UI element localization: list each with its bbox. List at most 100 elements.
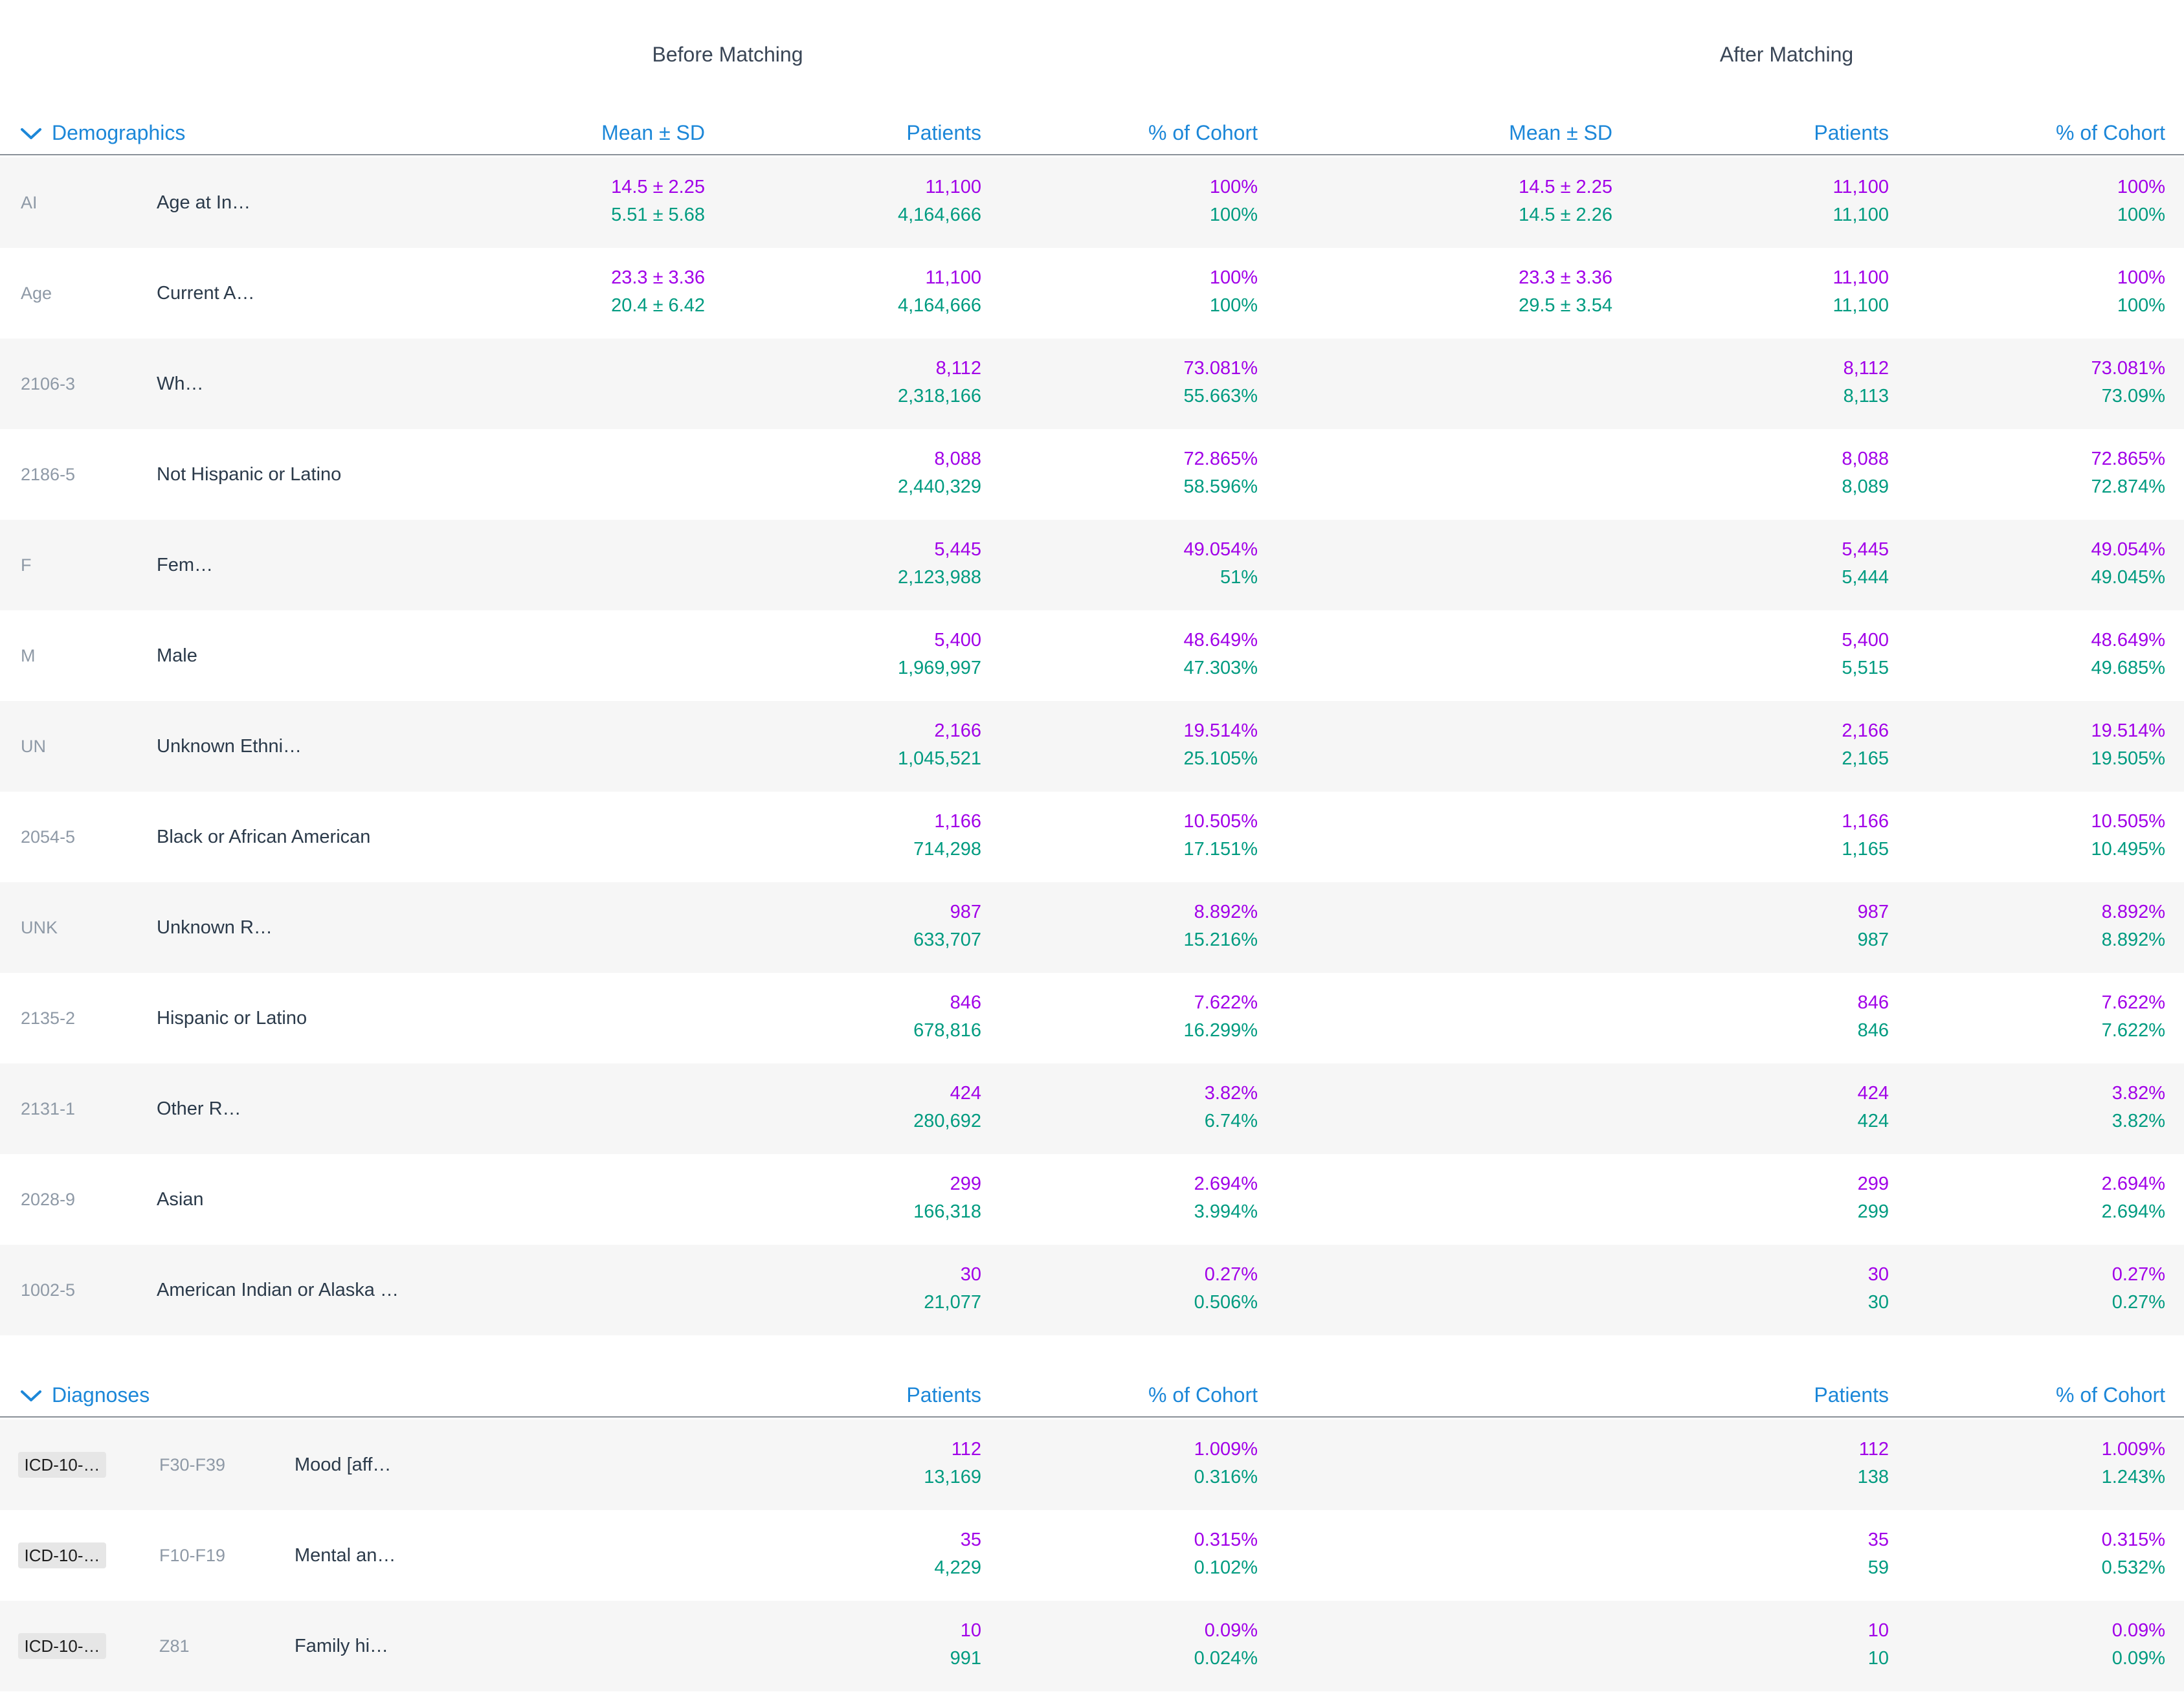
after-cohort-comparison-value: 0.532% xyxy=(2101,1557,2165,1578)
row-code: F xyxy=(21,555,32,575)
row-label[interactable]: Male xyxy=(157,610,197,701)
after-mean-header[interactable]: Mean ± SD xyxy=(1379,121,1612,145)
row-label[interactable]: Black or African American xyxy=(157,792,370,882)
after-patients-cohort-value: 8,112 xyxy=(1843,358,1889,379)
before-patients-comparison-value: 2,318,166 xyxy=(897,386,981,406)
before-cohort-header[interactable]: % of Cohort xyxy=(1025,1383,1258,1407)
after-patients-cohort-value: 2,166 xyxy=(1842,720,1889,741)
before-cohort-cohort-value: 1.009% xyxy=(1194,1439,1258,1460)
table-row[interactable]: UN Unknown Ethni… 2,166 1,045,521 19.514% 25.… xyxy=(0,701,2184,792)
before-patients-cohort-value: 1,166 xyxy=(934,811,981,832)
after-patients-cohort-value: 8,088 xyxy=(1842,449,1889,469)
before-patients-cohort-value: 30 xyxy=(960,1264,981,1285)
before-patients-cohort-value: 846 xyxy=(950,992,981,1013)
row-label[interactable]: Mental an… xyxy=(295,1510,396,1601)
after-cohort-cohort-value: 73.081% xyxy=(2091,358,2166,379)
row-label[interactable]: American Indian or Alaska … xyxy=(157,1245,399,1335)
before-matching-title: Before Matching xyxy=(652,43,803,66)
table-row[interactable]: ICD-10-… F10-F19 Mental an… 35 4,229 0.315% 0.… xyxy=(0,1510,2184,1601)
before-patients-comparison-value: 1,969,997 xyxy=(897,658,981,678)
after-patients-header[interactable]: Patients xyxy=(1656,121,1889,145)
row-label[interactable]: Family hi… xyxy=(295,1601,388,1691)
before-cohort-header[interactable]: % of Cohort xyxy=(1025,121,1258,145)
after-patients-comparison-value: 5,515 xyxy=(1842,658,1889,678)
before-cohort-comparison-value: 47.303% xyxy=(1183,658,1258,678)
after-patients-header[interactable]: Patients xyxy=(1656,1383,1889,1407)
before-cohort-cohort-value: 2.694% xyxy=(1194,1174,1258,1194)
before-patients-cohort-value: 11,100 xyxy=(925,267,981,288)
table-row[interactable]: 1002-5 American Indian or Alaska … 30 21,07… xyxy=(0,1245,2184,1335)
before-cohort-cohort-value: 0.315% xyxy=(1194,1530,1258,1550)
row-code: AI xyxy=(21,193,38,212)
table-row[interactable]: 2186-5 Not Hispanic or Latino 8,088 2,440,3… xyxy=(0,429,2184,520)
table-row[interactable]: UNK Unknown R… 987 633,707 8.892% 15.216% 987 9… xyxy=(0,882,2184,973)
row-label[interactable]: Wh… xyxy=(157,339,204,429)
before-patients-header[interactable]: Patients xyxy=(748,1383,981,1407)
before-cohort-comparison-value: 3.994% xyxy=(1194,1201,1258,1222)
table-row[interactable]: 2131-1 Other R… 424 280,692 3.82% 6.74% 424 424… xyxy=(0,1063,2184,1154)
before-patients-comparison-value: 4,229 xyxy=(934,1557,981,1578)
before-patients-cohort-value: 5,400 xyxy=(934,630,981,651)
demographics-toggle[interactable]: Demographics xyxy=(19,121,185,145)
diagnoses-toggle[interactable]: Diagnoses xyxy=(19,1383,150,1407)
after-patients-comparison-value: 11,100 xyxy=(1833,295,1889,316)
before-cohort-comparison-value: 51% xyxy=(1220,567,1258,588)
before-cohort-cohort-value: 100% xyxy=(1209,267,1258,288)
after-cohort-comparison-value: 1.243% xyxy=(2101,1467,2165,1487)
table-row[interactable]: F Fem… 5,445 2,123,988 49.054% 51% 5,445 5,444 4… xyxy=(0,520,2184,610)
after-cohort-header[interactable]: % of Cohort xyxy=(1932,121,2165,145)
before-patients-comparison-value: 166,318 xyxy=(913,1201,981,1222)
row-code: 2186-5 xyxy=(21,465,76,484)
table-row[interactable]: M Male 5,400 1,969,997 48.649% 47.303% 5,400 5,… xyxy=(0,610,2184,701)
diagnoses-header: Diagnoses Patients % of Cohort Patients … xyxy=(0,1350,2184,1418)
row-label[interactable]: Mood [aff… xyxy=(295,1419,391,1510)
row-label[interactable]: Hispanic or Latino xyxy=(157,973,307,1063)
after-cohort-comparison-value: 73.09% xyxy=(2101,386,2165,406)
before-patients-cohort-value: 11,100 xyxy=(925,177,981,197)
after-patients-comparison-value: 30 xyxy=(1867,1292,1889,1313)
before-cohort-comparison-value: 15.216% xyxy=(1183,929,1258,950)
before-patients-comparison-value: 714,298 xyxy=(913,839,981,860)
row-code: Z81 xyxy=(159,1636,190,1656)
before-cohort-cohort-value: 0.27% xyxy=(1204,1264,1258,1285)
row-label[interactable]: Unknown R… xyxy=(157,882,273,973)
after-cohort-cohort-value: 0.27% xyxy=(2112,1264,2165,1285)
chevron-down-icon xyxy=(21,1390,41,1401)
after-cohort-comparison-value: 0.27% xyxy=(2112,1292,2165,1313)
before-patients-comparison-value: 633,707 xyxy=(913,929,981,950)
table-row[interactable]: 2054-5 Black or African American 1,166 714,… xyxy=(0,792,2184,882)
table-row[interactable]: Age Current A… 23.3 ± 3.36 20.4 ± 6.42 11,10… xyxy=(0,248,2184,339)
after-cohort-cohort-value: 100% xyxy=(2117,267,2165,288)
after-patients-comparison-value: 846 xyxy=(1857,1020,1889,1041)
after-cohort-comparison-value: 72.874% xyxy=(2091,476,2166,497)
row-label[interactable]: Asian xyxy=(157,1154,204,1245)
row-label[interactable]: Current A… xyxy=(157,248,255,339)
row-code: F30-F39 xyxy=(159,1455,226,1475)
table-row[interactable]: ICD-10-… F30-F39 Mood [aff… 112 13,169 1.009%… xyxy=(0,1419,2184,1510)
code-system-badge: ICD-10-… xyxy=(18,1633,106,1659)
table-row[interactable]: ICD-10-… Z81 Family hi… 10 991 0.09% 0.024% 10 1… xyxy=(0,1601,2184,1691)
before-cohort-comparison-value: 0.102% xyxy=(1194,1557,1258,1578)
after-patients-comparison-value: 8,113 xyxy=(1843,386,1889,406)
after-patients-cohort-value: 846 xyxy=(1857,992,1889,1013)
before-mean-header[interactable]: Mean ± SD xyxy=(472,121,705,145)
before-patients-header[interactable]: Patients xyxy=(748,121,981,145)
table-row[interactable]: AI Age at In… 14.5 ± 2.25 5.51 ± 5.68 11,100… xyxy=(0,157,2184,248)
before-cohort-comparison-value: 16.299% xyxy=(1183,1020,1258,1041)
table-row[interactable]: 2135-2 Hispanic or Latino 846 678,816 7.622%… xyxy=(0,973,2184,1063)
table-row[interactable]: 2106-3 Wh… 8,112 2,318,166 73.081% 55.663% 8,1… xyxy=(0,339,2184,429)
row-label[interactable]: Age at In… xyxy=(157,157,251,248)
before-mean-comparison-value: 20.4 ± 6.42 xyxy=(611,295,705,316)
after-cohort-cohort-value: 19.514% xyxy=(2091,720,2166,741)
row-label[interactable]: Fem… xyxy=(157,520,213,610)
before-cohort-comparison-value: 17.151% xyxy=(1183,839,1258,860)
after-cohort-header[interactable]: % of Cohort xyxy=(1932,1383,2165,1407)
after-patients-cohort-value: 424 xyxy=(1857,1083,1889,1104)
row-label[interactable]: Not Hispanic or Latino xyxy=(157,429,341,520)
before-patients-cohort-value: 424 xyxy=(950,1083,981,1104)
row-label[interactable]: Other R… xyxy=(157,1063,241,1154)
row-label[interactable]: Unknown Ethni… xyxy=(157,701,302,792)
before-cohort-comparison-value: 55.663% xyxy=(1183,386,1258,406)
table-row[interactable]: 2028-9 Asian 299 166,318 2.694% 3.994% 299 299 2… xyxy=(0,1154,2184,1245)
after-mean-comparison-value: 14.5 ± 2.26 xyxy=(1519,205,1612,225)
